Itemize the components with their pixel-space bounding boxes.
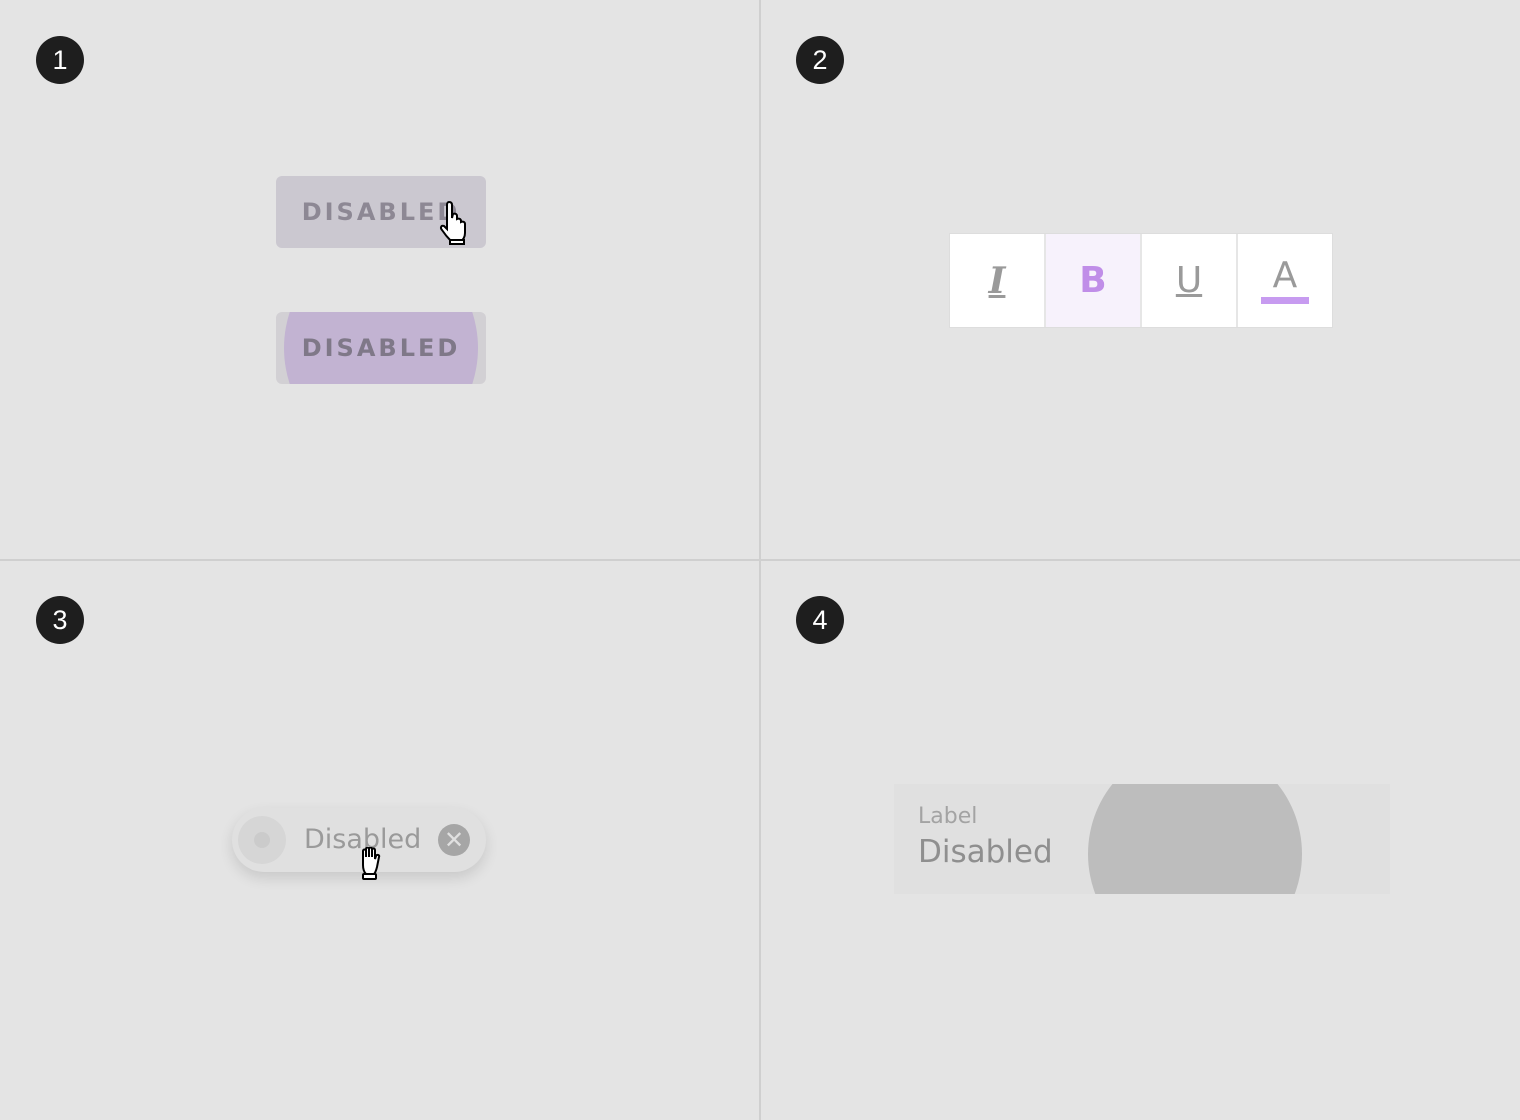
button-label: DISABLED xyxy=(301,334,461,362)
panel-4: 4 Label Disabled xyxy=(761,561,1520,1120)
format-italic-icon: I xyxy=(988,259,1006,302)
disabled-button-pressed[interactable]: DISABLED xyxy=(276,312,486,384)
disabled-text-field[interactable]: Label Disabled xyxy=(894,784,1390,894)
chip-close-icon[interactable]: ✕ xyxy=(438,824,470,856)
panel-number-badge: 1 xyxy=(36,36,84,84)
pointing-hand-cursor-icon xyxy=(439,200,466,245)
grab-hand-cursor-icon xyxy=(362,847,381,880)
bold-toggle-button[interactable]: B xyxy=(1046,234,1142,327)
format-underline-icon: U xyxy=(1175,260,1203,301)
panel-2: 2 I B U A xyxy=(761,0,1520,559)
text-color-icon: A xyxy=(1272,255,1298,296)
text-color-button[interactable]: A xyxy=(1238,234,1332,327)
chip-avatar-icon xyxy=(238,816,286,864)
format-bold-icon: B xyxy=(1079,260,1107,301)
ripple-effect xyxy=(1088,784,1302,894)
field-label: Label xyxy=(918,804,978,829)
panel-number-badge: 3 xyxy=(36,596,84,644)
panel-number-badge: 2 xyxy=(796,36,844,84)
underline-toggle-button[interactable]: U xyxy=(1142,234,1238,327)
panel-3: 3 Disabled ✕ xyxy=(0,561,759,1120)
field-value: Disabled xyxy=(918,834,1053,870)
text-format-toolbar: I B U A xyxy=(949,233,1333,328)
panel-number-badge: 4 xyxy=(796,596,844,644)
panel-1: 1 DISABLED DISABLED xyxy=(0,0,759,559)
button-label: DISABLED xyxy=(301,198,461,226)
text-color-swatch xyxy=(1261,297,1309,304)
italic-toggle-button[interactable]: I xyxy=(950,234,1046,327)
